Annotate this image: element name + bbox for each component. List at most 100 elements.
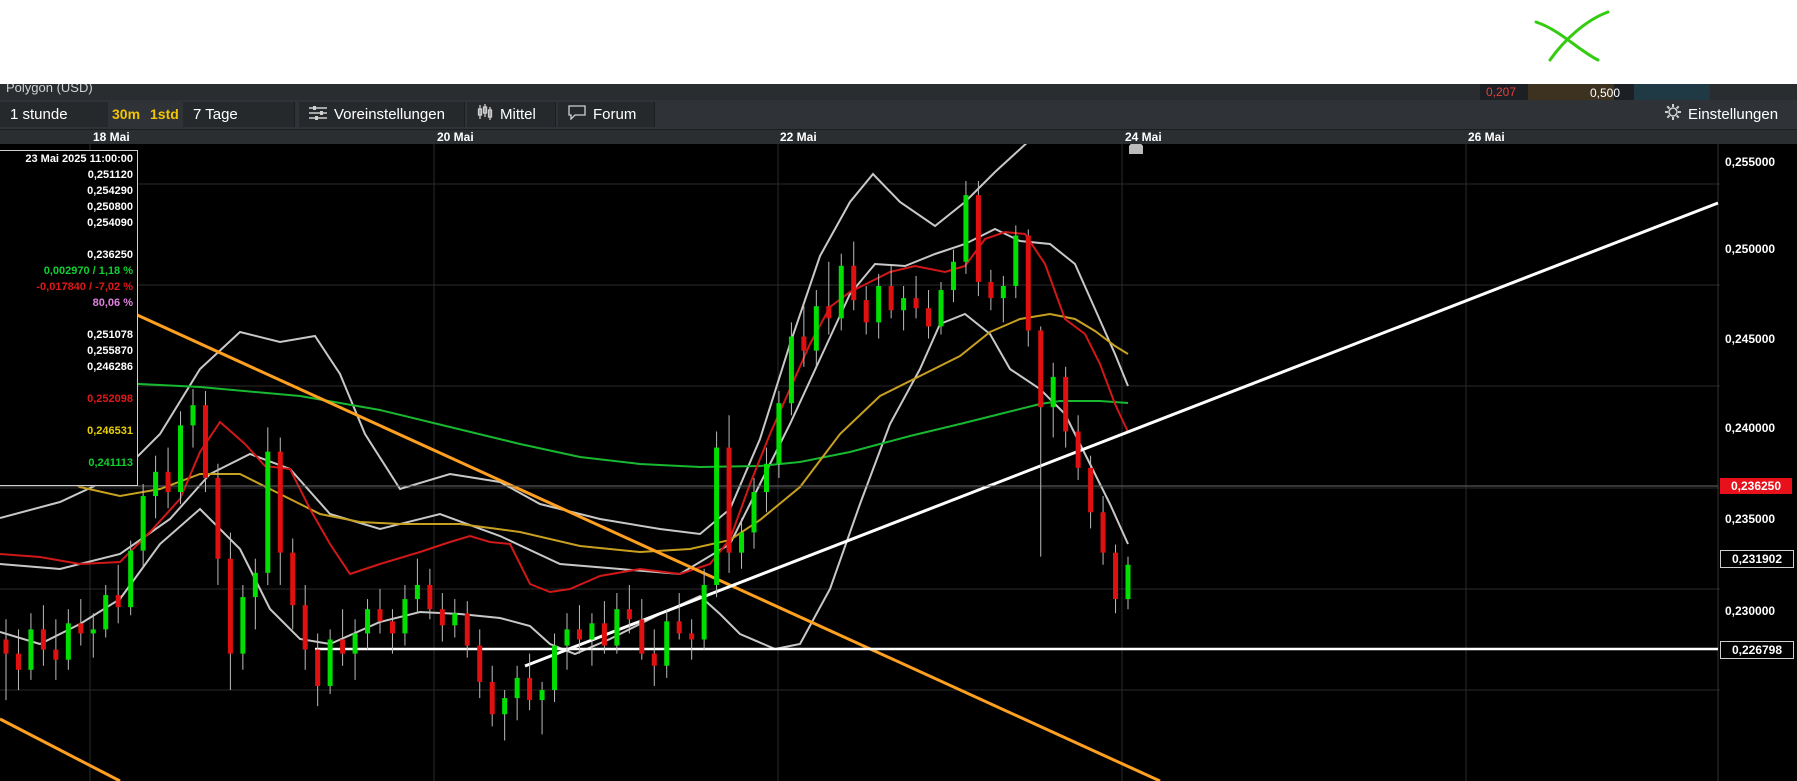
home-marker-icon[interactable]	[1129, 144, 1143, 154]
orange-trendline	[134, 312, 1161, 781]
candle-down	[888, 286, 894, 311]
range-dropdown[interactable]: 7 Tage	[183, 102, 295, 127]
ma-green	[0, 378, 1129, 469]
candle-down	[913, 298, 919, 309]
candle-up	[1013, 235, 1019, 286]
candle-down	[427, 584, 433, 610]
candles	[3, 180, 1131, 741]
candle-up	[28, 629, 34, 670]
candle-down	[202, 405, 208, 478]
forum-button[interactable]: Forum	[558, 102, 655, 127]
candle-up	[763, 463, 769, 493]
time-axis: 18 Mai 20 Mai 22 Mai 24 Mai 26 Mai	[0, 130, 1797, 144]
y-tick-label: 0,240000	[1725, 421, 1776, 435]
candle-down	[477, 645, 483, 682]
candle-up	[963, 195, 969, 262]
forum-label: Forum	[593, 106, 637, 123]
interval-dropdown[interactable]: 1 stunde	[0, 102, 110, 127]
candle-down	[290, 552, 296, 606]
info-pct: 80,06 %	[92, 297, 133, 309]
candle-down	[53, 649, 59, 660]
candle-down	[40, 629, 46, 650]
candle-up	[90, 629, 96, 634]
chart-toolbar: 1 stunde 30m 1std 7 Tage Voreinstellunge…	[0, 100, 1797, 130]
gear-icon	[1665, 103, 1681, 128]
close-x-icon[interactable]	[1530, 0, 1610, 66]
presets-button[interactable]: Voreinstellungen	[299, 102, 465, 127]
candle-down	[726, 447, 732, 553]
settings-label: Einstellungen	[1688, 106, 1779, 123]
candle-up	[539, 690, 545, 701]
grid	[0, 144, 1720, 781]
stat-red: 0,207	[1486, 85, 1517, 99]
candle-down	[689, 633, 695, 640]
candle-up	[739, 532, 745, 553]
candle-up	[901, 298, 907, 311]
candle-down	[3, 639, 9, 654]
candle-up	[714, 447, 720, 585]
chart-canvas[interactable]	[0, 144, 1797, 781]
ohlc-info-panel: 23 Mai 2025 11:00:00 0,251120 0,254290 0…	[0, 150, 138, 486]
candle-down	[277, 451, 283, 553]
candle-up	[103, 595, 109, 630]
indicators-button[interactable]: Mittel	[467, 102, 556, 127]
candle-up	[1125, 564, 1131, 600]
price-chart[interactable]: 0,255000 0,250000 0,245000 0,240000 0,23…	[0, 144, 1797, 781]
candle-up	[614, 609, 620, 646]
info-close: 0,254090	[87, 217, 133, 229]
info-high: 0,254290	[87, 185, 133, 197]
candle-down	[601, 623, 607, 646]
time-label-26-mai: 26 Mai	[1468, 130, 1505, 144]
info-change-down: -0,017840 / -7,02 %	[36, 281, 133, 293]
info-ma-yellow: 0,246531	[87, 425, 133, 437]
candle-down	[389, 621, 395, 634]
candle-down	[988, 281, 994, 299]
candle-up	[452, 613, 458, 626]
info-low: 0,250800	[87, 201, 133, 213]
info-band-mid: 0,251078	[87, 329, 133, 341]
candle-down	[1088, 467, 1094, 513]
orange-trendline-lower	[0, 717, 121, 781]
speech-bubble-icon	[568, 103, 586, 128]
candle-up	[514, 677, 520, 699]
candle-up	[365, 609, 371, 634]
candle-down	[651, 653, 657, 666]
bollinger-middle	[0, 227, 1129, 576]
candle-down	[975, 195, 981, 282]
candle-up	[776, 403, 782, 464]
candle-up	[938, 290, 944, 327]
btn-1std-label: 1std	[150, 106, 179, 122]
info-change-up: 0,002970 / 1,18 %	[43, 265, 133, 277]
ma-red	[0, 230, 1129, 594]
candle-down	[826, 306, 832, 319]
info-open: 0,251120	[87, 169, 133, 181]
instrument-title: Polygon (USD)	[6, 84, 93, 95]
candle-down	[926, 308, 932, 327]
info-last: 0,236250	[87, 249, 133, 261]
top-margin	[0, 0, 1797, 84]
candle-down	[1038, 330, 1044, 408]
btn-1std[interactable]: 1std	[146, 102, 182, 127]
level-tag-2: 0,226798	[1720, 641, 1794, 659]
btn-30m[interactable]: 30m	[108, 102, 148, 127]
candle-up	[813, 306, 819, 351]
candle-down	[315, 649, 321, 686]
info-datetime: 23 Mai 2025 11:00:00	[25, 153, 133, 165]
time-label-18-mai: 18 Mai	[93, 130, 130, 144]
candle-down	[527, 677, 533, 701]
time-label-22-mai: 22 Mai	[780, 130, 817, 144]
titlebar-stats: 0,207 0,500	[1480, 84, 1710, 100]
candle-down	[576, 629, 582, 640]
ma-yellow	[0, 312, 1129, 554]
candle-up	[414, 584, 420, 600]
candle-down	[639, 619, 645, 654]
candle-down	[676, 621, 682, 634]
info-band-low: 0,246286	[87, 361, 133, 373]
candle-up	[502, 698, 508, 715]
interval-label: 1 stunde	[10, 106, 68, 123]
settings-button[interactable]: Einstellungen	[1655, 102, 1797, 127]
candle-down	[227, 558, 233, 654]
candle-down	[1025, 235, 1031, 331]
candle-up	[140, 496, 146, 551]
candle-down	[1100, 512, 1106, 553]
